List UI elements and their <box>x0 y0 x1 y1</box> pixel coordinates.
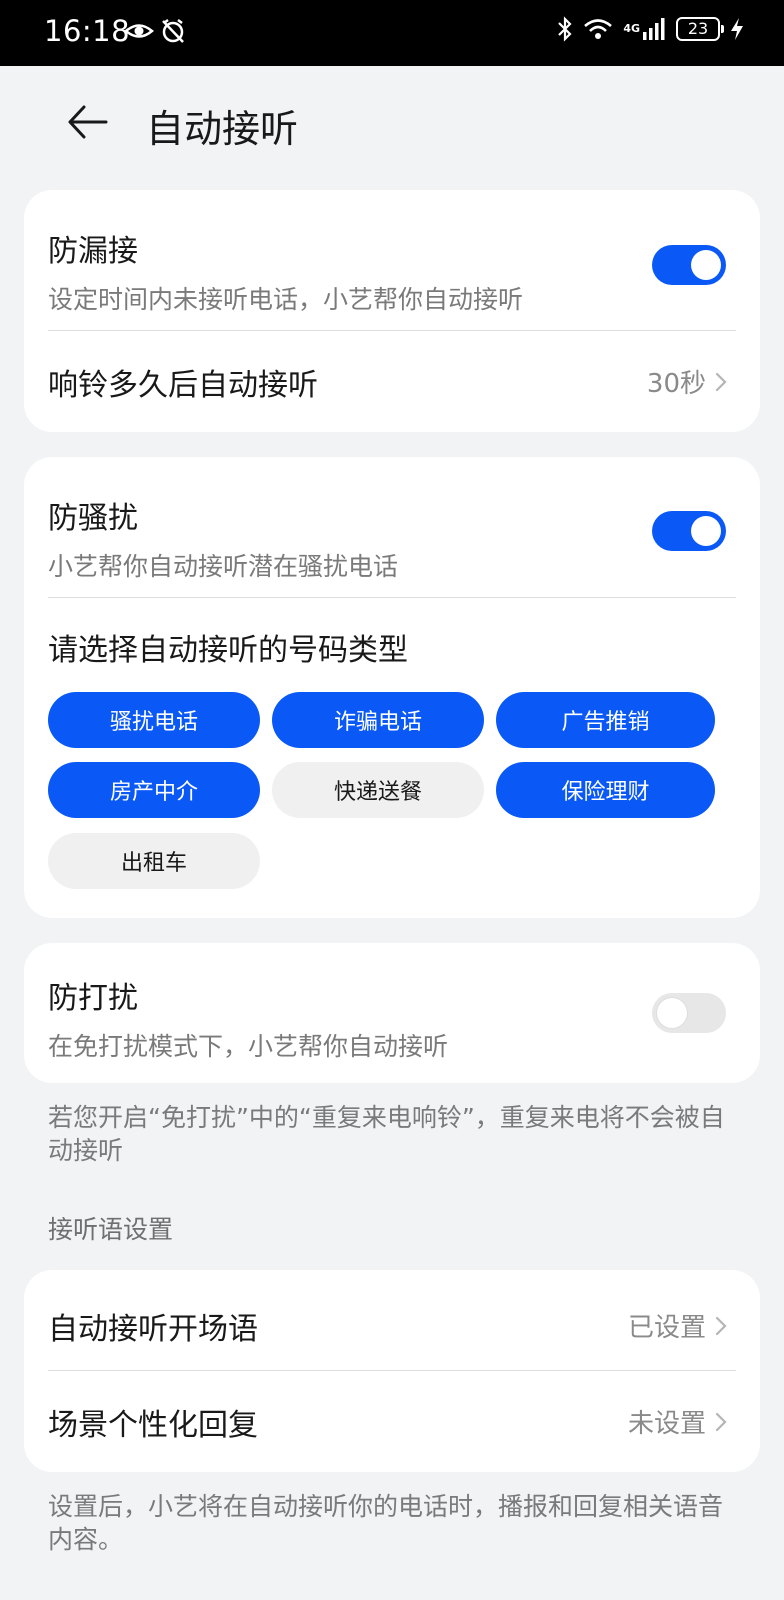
ring-delay-row[interactable]: 响铃多久后自动接听 <box>48 360 736 404</box>
status-bar: 16:18 4G 23 <box>0 0 784 66</box>
harassment-title: 防骚扰 <box>48 501 138 536</box>
number-type-chip[interactable]: 快递送餐 <box>272 762 484 818</box>
status-right-icons: 4G 23 <box>557 16 744 42</box>
harassment-subtitle: 小艺帮你自动接听潜在骚扰电话 <box>48 552 399 581</box>
number-type-chip[interactable]: 诈骗电话 <box>272 692 484 748</box>
toggle-knob <box>657 998 687 1028</box>
alarm-off-icon <box>162 19 184 43</box>
number-type-chip[interactable]: 骚扰电话 <box>48 692 260 748</box>
divider <box>48 1370 736 1371</box>
divider <box>48 330 736 331</box>
page-title: 自动接听 <box>146 107 299 151</box>
eye-icon <box>124 24 154 38</box>
network-type-label: 4G <box>623 22 640 35</box>
divider <box>48 597 736 598</box>
missed-call-toggle[interactable] <box>652 245 726 285</box>
charging-icon <box>731 18 743 40</box>
battery-indicator: 23 <box>676 17 724 41</box>
back-button[interactable] <box>62 96 114 148</box>
dnd-card: 防打扰 在免打扰模式下，小艺帮你自动接听 <box>24 943 760 1083</box>
opening-greeting-value[interactable]: 已设置 <box>628 1307 730 1344</box>
wifi-icon <box>584 19 613 39</box>
header: 自动接听 <box>0 66 784 190</box>
dnd-row: 防打扰 在免打扰模式下，小艺帮你自动接听 <box>48 973 736 1063</box>
ring-delay-value[interactable]: 30秒 <box>647 363 730 400</box>
dnd-title: 防打扰 <box>48 981 138 1016</box>
chevron-right-icon <box>715 1412 727 1431</box>
missed-call-title: 防漏接 <box>48 234 138 269</box>
arrow-left-icon <box>68 105 108 139</box>
opening-greeting-value-text: 已设置 <box>627 1313 706 1343</box>
number-type-chip[interactable]: 广告推销 <box>496 692 715 748</box>
number-types-label: 请选择自动接听的号码类型 <box>48 633 408 668</box>
status-time: 16:18 <box>44 14 131 48</box>
harassment-toggle[interactable] <box>652 511 726 551</box>
missed-call-subtitle: 设定时间内未接听电话，小艺帮你自动接听 <box>48 285 524 314</box>
missed-call-row: 防漏接 设定时间内未接听电话，小艺帮你自动接听 <box>48 226 736 316</box>
chevron-right-icon <box>715 1316 727 1335</box>
greeting-card: 自动接听开场语 已设置 场景个性化回复 未设置 <box>24 1270 760 1472</box>
dnd-note: 若您开启“免打扰”中的“重复来电响铃”，重复来电将不会被自动接听 <box>48 1103 725 1165</box>
dnd-subtitle: 在免打扰模式下，小艺帮你自动接听 <box>48 1032 449 1061</box>
greeting-note: 设置后，小艺将在自动接听你的电话时，播报和回复相关语音内容。 <box>48 1492 724 1554</box>
signal-icon: 4G <box>623 17 666 41</box>
number-type-chip[interactable]: 保险理财 <box>496 762 715 818</box>
missed-call-card: 防漏接 设定时间内未接听电话，小艺帮你自动接听 响铃多久后自动接听 30秒 <box>24 190 760 432</box>
ring-delay-value-text: 30秒 <box>646 369 706 399</box>
ring-delay-label: 响铃多久后自动接听 <box>48 368 318 403</box>
dnd-toggle[interactable] <box>652 993 726 1033</box>
number-type-chip[interactable]: 房产中介 <box>48 762 260 818</box>
chevron-right-icon <box>715 372 727 391</box>
harassment-row: 防骚扰 小艺帮你自动接听潜在骚扰电话 <box>48 493 736 583</box>
number-type-chip[interactable]: 出租车 <box>48 833 260 889</box>
bluetooth-icon <box>558 16 572 42</box>
toggle-knob <box>691 516 721 546</box>
scene-reply-value-text: 未设置 <box>627 1409 706 1439</box>
harassment-card: 防骚扰 小艺帮你自动接听潜在骚扰电话 请选择自动接听的号码类型 骚扰电话 诈骗电话… <box>24 457 760 918</box>
toggle-knob <box>691 250 721 280</box>
number-types-heading-row: 请选择自动接听的号码类型 <box>48 625 736 669</box>
scene-reply-value[interactable]: 未设置 <box>628 1403 730 1440</box>
greeting-section-label: 接听语设置 <box>48 1215 174 1244</box>
status-left-icons <box>124 18 186 44</box>
